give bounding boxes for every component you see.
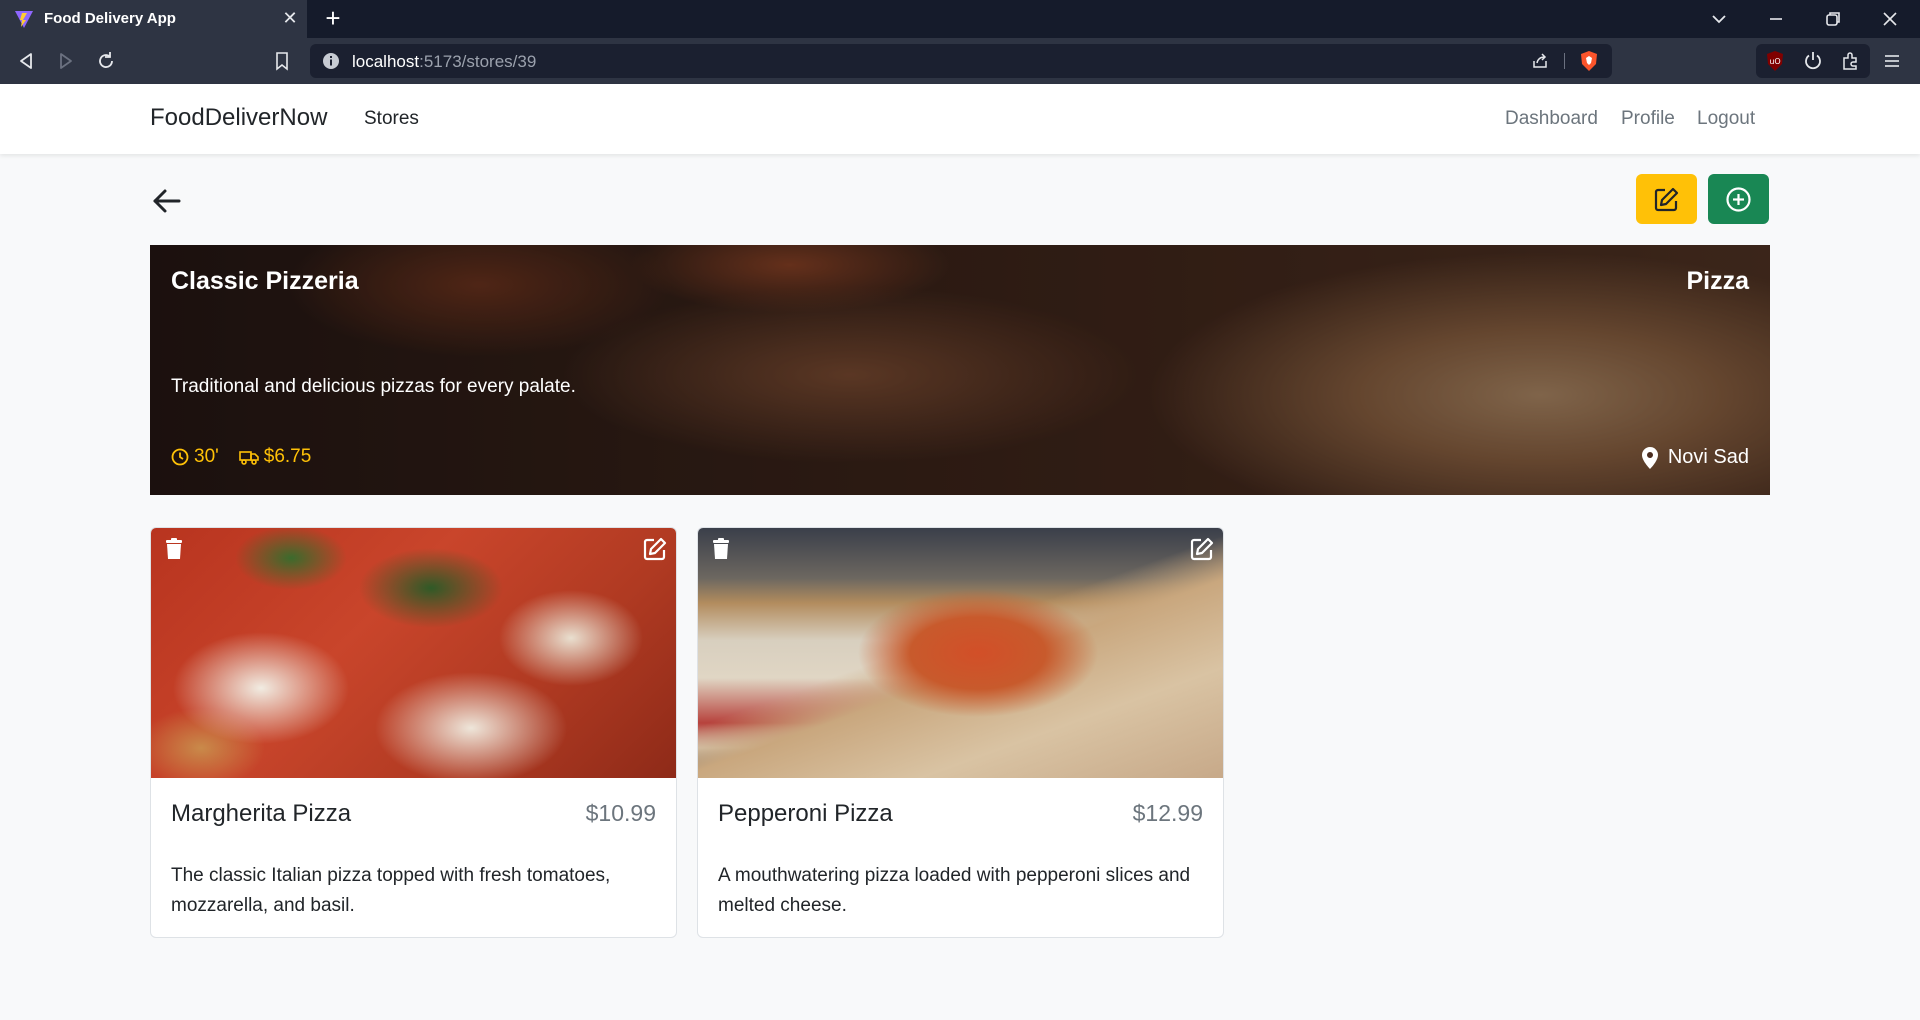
item-price: $12.99	[1132, 800, 1203, 826]
browser-toolbar: localhost:5173/stores/39 uO	[0, 38, 1920, 84]
share-icon[interactable]	[1530, 51, 1550, 71]
menu-icon[interactable]	[1880, 49, 1904, 73]
reload-icon[interactable]	[94, 49, 118, 73]
url-text[interactable]: localhost:5173/stores/39	[352, 52, 536, 72]
item-price: $10.99	[585, 800, 656, 826]
trash-icon[interactable]	[708, 536, 734, 562]
store-category: Pizza	[1686, 267, 1749, 295]
brave-shield-icon[interactable]	[1578, 50, 1600, 72]
bookmark-icon[interactable]	[270, 49, 294, 73]
edit-store-button[interactable]	[1636, 174, 1697, 224]
trash-icon[interactable]	[161, 536, 187, 562]
tab-close-icon[interactable]: ✕	[280, 8, 300, 28]
close-window-icon[interactable]	[1878, 7, 1902, 31]
ublock-icon[interactable]: uO	[1764, 50, 1786, 72]
store-hero-banner: Classic Pizzeria Pizza Traditional and d…	[150, 245, 1770, 495]
new-tab-button[interactable]: +	[320, 5, 346, 32]
location-name: Novi Sad	[1667, 446, 1749, 468]
item-description: The classic Italian pizza topped with fr…	[171, 865, 611, 916]
forward-icon[interactable]	[54, 49, 78, 73]
maximize-icon[interactable]	[1821, 7, 1845, 31]
store-description: Traditional and delicious pizzas for eve…	[171, 376, 576, 397]
delivery-time: 30'	[194, 446, 219, 467]
item-description: A mouthwatering pizza loaded with pepper…	[718, 865, 1191, 916]
back-arrow-icon[interactable]	[150, 184, 184, 218]
menu-item-card: Margherita Pizza $10.99 The classic Ital…	[150, 527, 677, 938]
nav-logout-link[interactable]: Logout	[1697, 108, 1755, 130]
hero-overlay	[150, 245, 1770, 495]
urlbar-divider	[1564, 53, 1565, 69]
pepperoni-pizza-image	[698, 528, 1223, 778]
browser-tab[interactable]: Food Delivery App ✕	[0, 0, 307, 38]
app-navbar: FoodDeliverNow Stores Dashboard Profile …	[0, 84, 1920, 154]
edit-icon	[1654, 187, 1679, 212]
tab-title: Food Delivery App	[44, 10, 176, 27]
margherita-pizza-image	[151, 528, 676, 778]
plus-circle-icon	[1726, 187, 1751, 212]
svg-text:uO: uO	[1769, 57, 1780, 66]
edit-icon[interactable]	[1189, 536, 1215, 562]
store-name: Classic Pizzeria	[171, 267, 359, 295]
vite-favicon-icon	[15, 11, 33, 28]
brand-logo[interactable]: FoodDeliverNow	[150, 104, 327, 132]
extensions-icon[interactable]	[1840, 50, 1862, 72]
url-path: :5173/stores/39	[419, 52, 537, 71]
edit-icon[interactable]	[642, 536, 668, 562]
back-icon[interactable]	[14, 49, 38, 73]
browser-tab-bar: Food Delivery App ✕ +	[0, 0, 1920, 38]
site-info-icon[interactable]	[322, 52, 340, 70]
item-name: Pepperoni Pizza	[718, 800, 893, 827]
nav-dashboard-link[interactable]: Dashboard	[1505, 108, 1598, 130]
nav-profile-link[interactable]: Profile	[1621, 108, 1675, 130]
location-pin-icon	[1641, 446, 1658, 469]
truck-icon	[238, 451, 259, 465]
item-name: Margherita Pizza	[171, 800, 352, 827]
page-content: FoodDeliverNow Stores Dashboard Profile …	[0, 84, 1920, 1020]
clock-icon	[171, 448, 189, 466]
extensions-area: uO	[1756, 44, 1870, 78]
power-icon[interactable]	[1802, 50, 1824, 72]
url-host: localhost	[352, 52, 420, 71]
tab-list-icon[interactable]	[1707, 7, 1731, 31]
minimize-icon[interactable]	[1764, 7, 1788, 31]
store-location: Novi Sad	[1641, 446, 1749, 469]
nav-stores-link[interactable]: Stores	[364, 108, 419, 130]
store-delivery-info: 30' $6.75	[171, 446, 311, 468]
address-bar[interactable]: localhost:5173/stores/39	[310, 44, 1612, 78]
delivery-fee: $6.75	[263, 446, 312, 467]
menu-item-card: Pepperoni Pizza $12.99 A mouthwatering p…	[697, 527, 1224, 938]
add-item-button[interactable]	[1708, 174, 1769, 224]
